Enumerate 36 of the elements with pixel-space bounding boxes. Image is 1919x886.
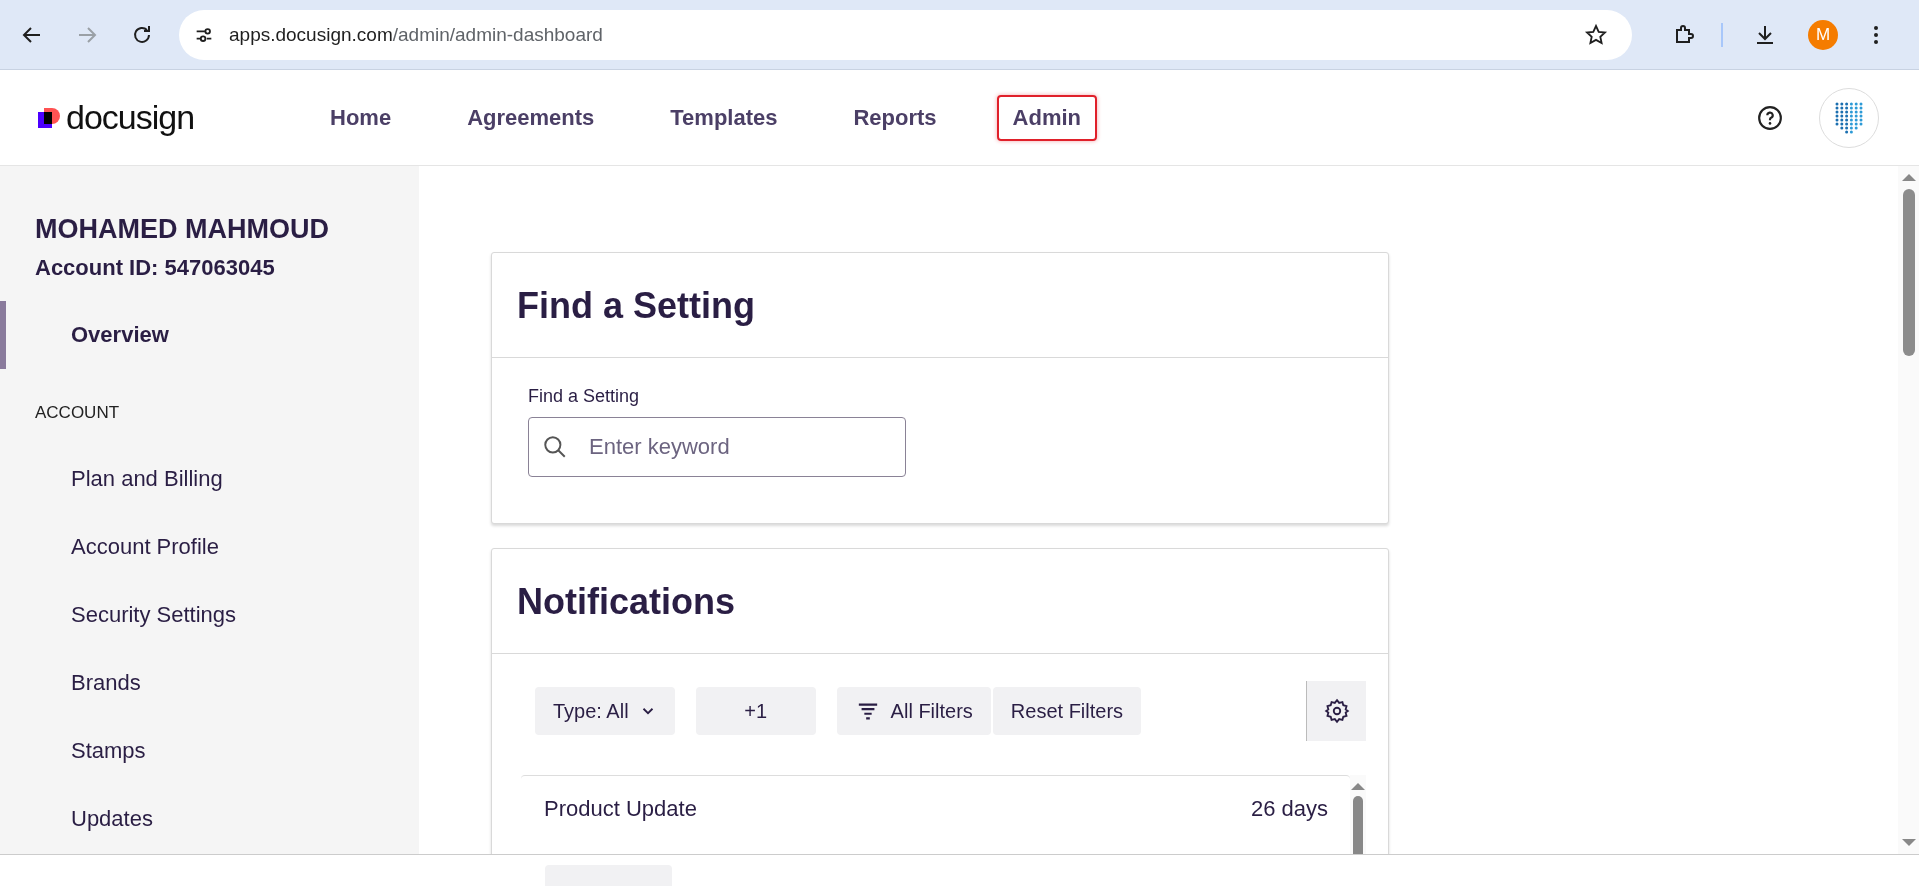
card-title: Notifications xyxy=(492,549,1388,654)
nav-link[interactable]: Templates xyxy=(654,94,794,141)
sidebar-item[interactable]: Overview xyxy=(0,301,419,369)
card-title: Find a Setting xyxy=(492,253,1388,358)
bookmark-star-icon[interactable] xyxy=(1584,22,1609,47)
sidebar-item[interactable]: Stamps xyxy=(0,717,419,785)
page-scrollbar[interactable] xyxy=(1898,166,1919,854)
settings-icon xyxy=(1323,698,1350,724)
search-field[interactable]: Enter keyword xyxy=(528,417,906,477)
notification-row[interactable]: Product Update 26 days xyxy=(521,776,1350,854)
account-id: Account ID: 547063045 xyxy=(34,255,276,281)
settings-button[interactable] xyxy=(1306,681,1366,741)
filter-button[interactable]: +1 xyxy=(695,687,816,735)
sidebar-item[interactable]: Account Profile xyxy=(0,513,419,581)
url-text: apps.docusign.com/admin/admin-dashboard xyxy=(229,23,603,46)
nav-link[interactable]: Admin xyxy=(996,94,1098,141)
logo-text[interactable]: docusign xyxy=(66,98,195,137)
nav-link[interactable]: Agreements xyxy=(451,94,611,141)
nav-link[interactable]: Home xyxy=(314,94,408,141)
logo-icon[interactable] xyxy=(38,105,62,130)
user-name: MOHAMED MAHMOUD xyxy=(34,214,330,245)
address-bar[interactable]: apps.docusign.com/admin/admin-dashboard xyxy=(179,9,1633,60)
filter-button[interactable]: Reset Filters xyxy=(992,687,1142,735)
sidebar-item[interactable]: Plan and Billing xyxy=(0,445,419,513)
notification-age: 26 days xyxy=(1250,796,1328,823)
nav-link[interactable]: Reports xyxy=(837,94,953,141)
sidebar-item[interactable]: Updates xyxy=(0,785,419,853)
dotted-shield-icon xyxy=(1834,100,1864,135)
sidebar-item[interactable]: Security Settings xyxy=(0,581,419,649)
notification-title: Product Update xyxy=(544,796,697,823)
field-label: Find a Setting xyxy=(528,386,641,407)
type-dropdown[interactable]: Type: All xyxy=(535,687,675,735)
filter-button[interactable]: All Filters xyxy=(836,687,991,735)
sidebar-item[interactable]: Brands xyxy=(0,649,419,717)
section-heading: ACCOUNT xyxy=(34,402,121,424)
help-icon[interactable] xyxy=(1757,104,1783,131)
